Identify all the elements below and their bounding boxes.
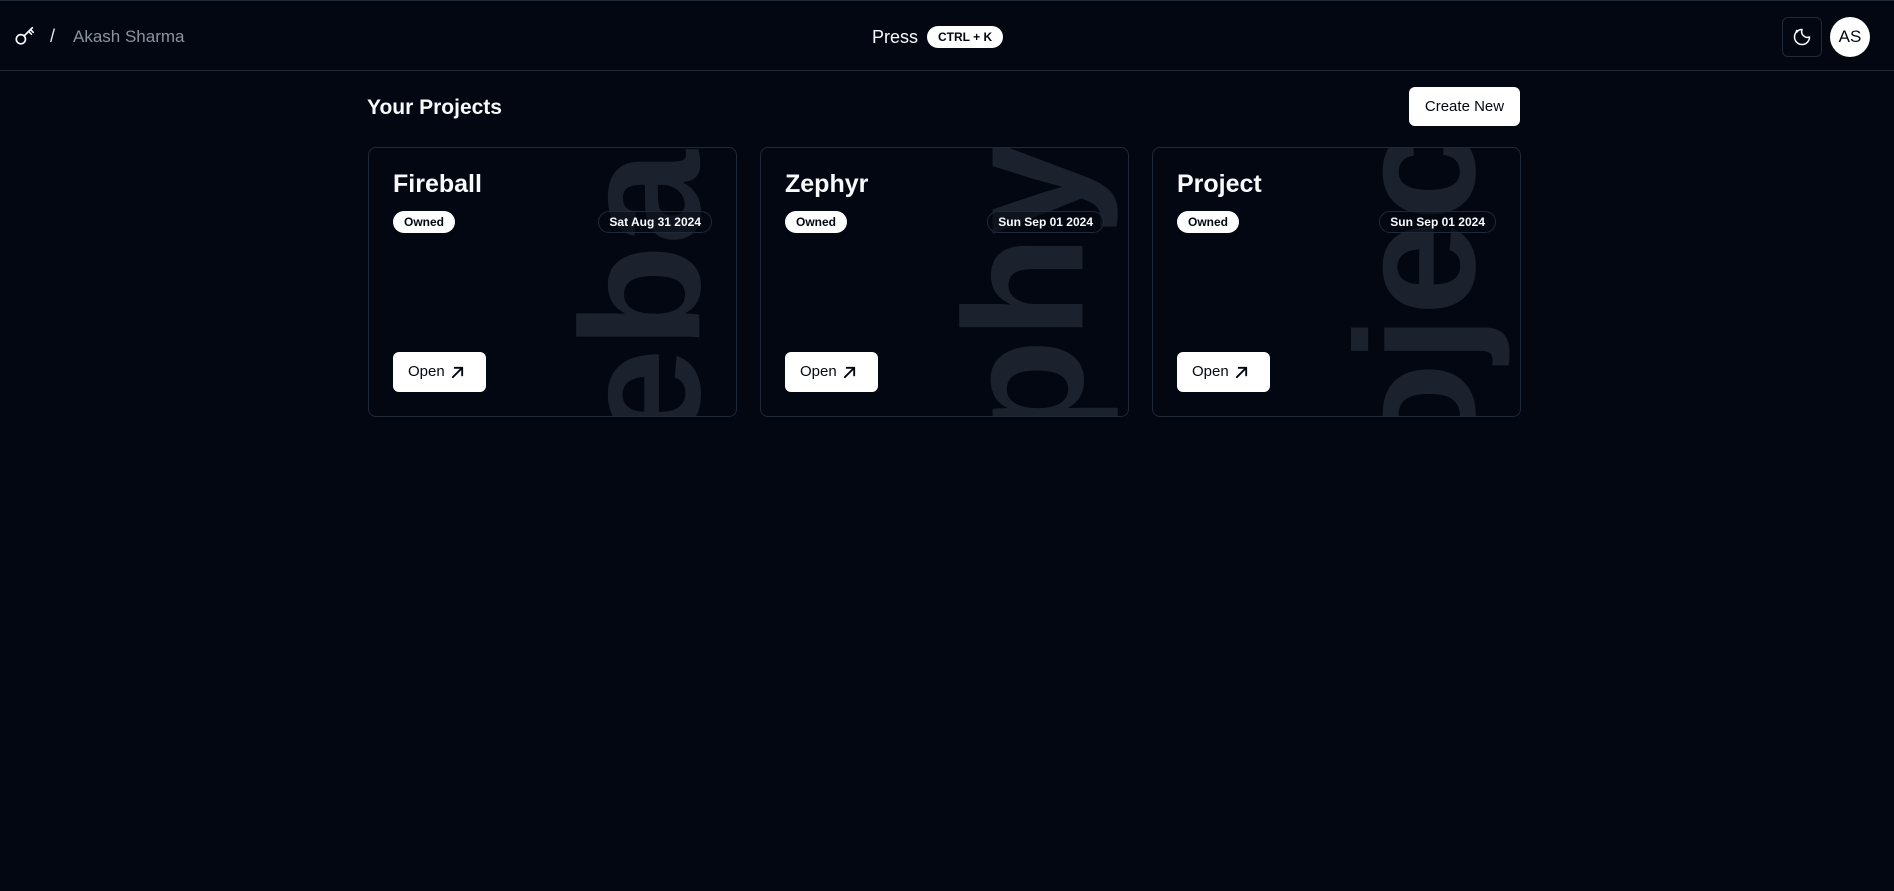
project-date: Sun Sep 01 2024 <box>987 211 1104 233</box>
owned-badge: Owned <box>393 211 456 233</box>
open-project-button[interactable]: Open <box>785 352 878 392</box>
owned-badge: Owned <box>1177 211 1240 233</box>
arrow-up-right-icon <box>1235 366 1248 379</box>
project-date: Sun Sep 01 2024 <box>1379 211 1496 233</box>
project-date: Sat Aug 31 2024 <box>598 211 712 233</box>
arrow-up-right-icon <box>451 366 464 379</box>
user-avatar[interactable]: AS <box>1830 17 1870 57</box>
moon-icon <box>1793 28 1811 46</box>
open-button-label: Open <box>800 363 837 380</box>
open-project-button[interactable]: Open <box>1177 352 1270 392</box>
create-new-button[interactable]: Create New <box>1409 87 1520 126</box>
project-card[interactable]: Fireball Fireball Owned Sat Aug 31 2024 … <box>368 147 737 417</box>
open-project-button[interactable]: Open <box>393 352 486 392</box>
card-watermark: Fireball <box>546 148 736 416</box>
theme-toggle-button[interactable] <box>1782 17 1822 57</box>
command-shortcut-badge[interactable]: CTRL + K <box>927 26 1004 48</box>
project-name: Zephyr <box>785 170 869 198</box>
card-watermark: Project <box>1321 148 1511 416</box>
breadcrumb-separator: / <box>50 26 56 46</box>
project-name: Fireball <box>393 170 482 198</box>
card-watermark: Zephyr <box>929 148 1119 416</box>
open-button-label: Open <box>408 363 445 380</box>
arrow-up-right-icon <box>843 366 856 379</box>
project-name: Project <box>1177 170 1262 198</box>
open-button-label: Open <box>1192 363 1229 380</box>
project-card[interactable]: Zephyr Zephyr Owned Sun Sep 01 2024 Open <box>760 147 1129 417</box>
owned-badge: Owned <box>785 211 848 233</box>
command-palette-hint: Press <box>872 27 919 47</box>
key-icon[interactable] <box>14 25 36 47</box>
top-navigation-bar: / Akash Sharma Press CTRL + K AS <box>0 0 1894 71</box>
project-card[interactable]: Project Project Owned Sun Sep 01 2024 Op… <box>1152 147 1521 417</box>
breadcrumb-user-name[interactable]: Akash Sharma <box>73 27 185 47</box>
page-title: Your Projects <box>367 96 502 119</box>
